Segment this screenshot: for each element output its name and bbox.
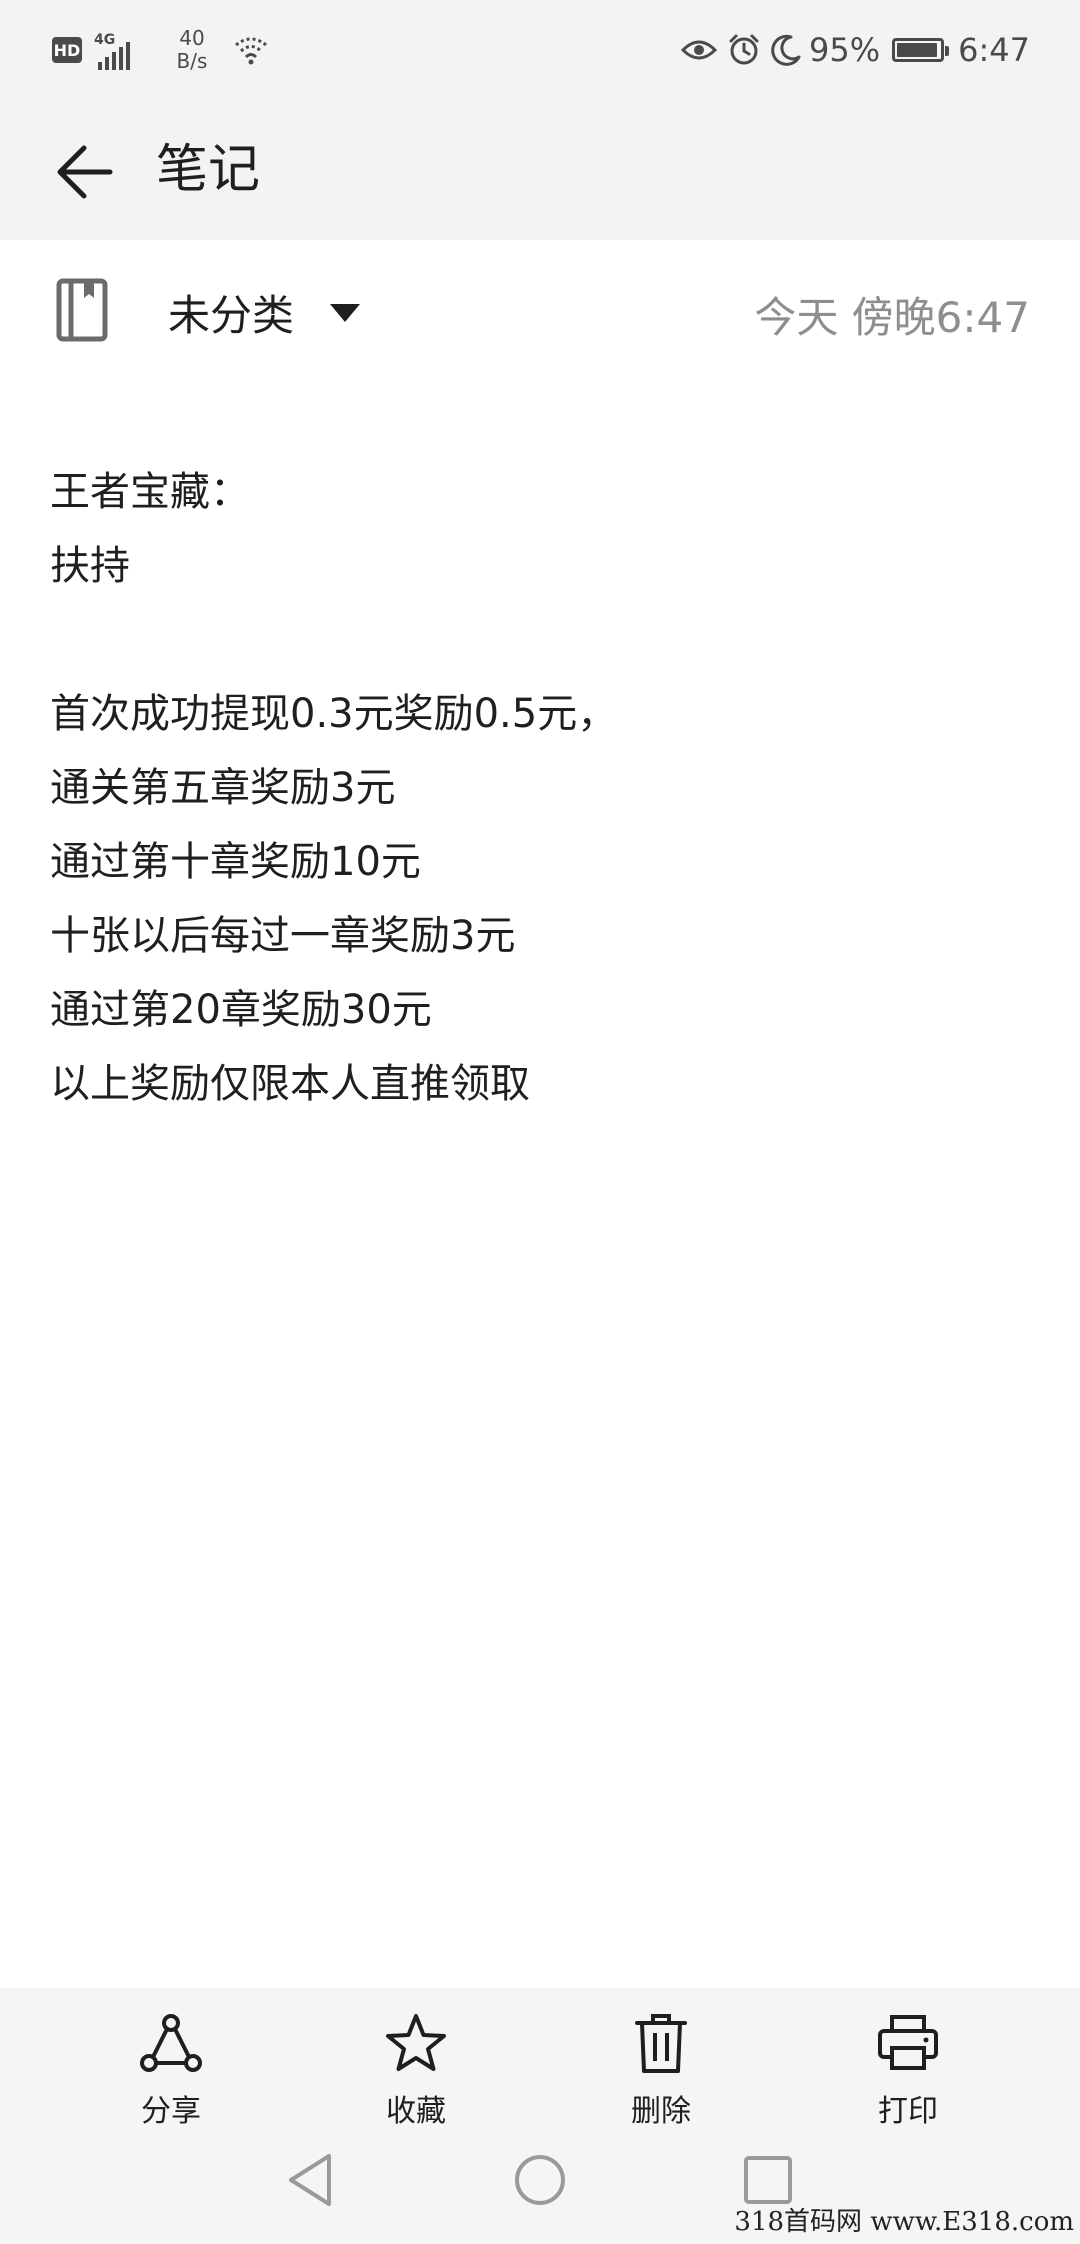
note-content[interactable]: 王者宝藏： 扶持 首次成功提现0.3元奖励0.5元， 通关第五章奖励3元 通过第… xyxy=(50,455,1030,1121)
status-bar: HD 4G 40 B/s 95% 6:47 xyxy=(0,0,1080,100)
watermark: 318首码网 www.E318.com xyxy=(734,2207,1074,2237)
wifi-icon xyxy=(235,37,267,65)
status-right: 95% 6:47 xyxy=(671,22,1030,78)
note-line: 通过第十章奖励10元 xyxy=(50,839,421,885)
notebook-icon xyxy=(56,278,108,342)
note-line: 王者宝藏： xyxy=(50,469,250,515)
do-not-disturb-moon-icon xyxy=(771,34,801,66)
battery-percent: 95% xyxy=(809,31,881,69)
printer-icon xyxy=(878,2015,938,2070)
network-speed: 40 B/s xyxy=(170,27,214,73)
status-left: HD 4G 40 B/s xyxy=(52,22,268,78)
battery-icon xyxy=(892,38,950,62)
favorite-label: 收藏 xyxy=(386,2094,446,2129)
app-bar: 笔记 xyxy=(0,100,1080,240)
delete-button[interactable]: 删除 xyxy=(581,2010,741,2130)
page-title: 笔记 xyxy=(156,140,261,200)
favorite-button[interactable]: 收藏 xyxy=(336,2010,496,2130)
eye-comfort-icon xyxy=(681,40,718,60)
nav-back-button[interactable] xyxy=(276,2146,344,2214)
note-timestamp: 今天 傍晚6:47 xyxy=(754,293,1030,342)
note-meta-row: 未分类 今天 傍晚6:47 xyxy=(0,240,1080,380)
dropdown-caret-icon xyxy=(330,303,361,322)
nav-home-button[interactable] xyxy=(506,2146,574,2214)
share-label: 分享 xyxy=(141,2094,201,2129)
bottom-bar: 分享 收藏 删除 打印 318首码网 www.E318.com xyxy=(0,1988,1080,2244)
note-line: 扶持 xyxy=(50,543,130,589)
print-button[interactable]: 打印 xyxy=(828,2010,988,2130)
note-line xyxy=(50,603,1030,677)
delete-label: 删除 xyxy=(631,2094,691,2129)
print-label: 打印 xyxy=(878,2094,938,2129)
triangle-back-icon xyxy=(289,2154,331,2206)
note-line: 十张以后每过一章奖励3元 xyxy=(50,913,516,959)
arrow-left-icon xyxy=(57,145,113,199)
note-line: 通关第五章奖励3元 xyxy=(50,765,396,811)
network-speed-value: 40 xyxy=(179,26,205,50)
back-button[interactable] xyxy=(48,136,120,208)
note-line: 首次成功提现0.3元奖励0.5元， xyxy=(50,691,618,737)
alarm-icon xyxy=(729,34,759,65)
share-icon xyxy=(140,2014,202,2072)
star-icon xyxy=(386,2014,446,2071)
square-recents-icon xyxy=(744,2156,792,2204)
note-line: 通过第20章奖励30元 xyxy=(50,987,432,1033)
category-label: 未分类 xyxy=(168,291,295,340)
category-dropdown[interactable]: 未分类 xyxy=(168,282,361,343)
trash-icon xyxy=(635,2014,687,2073)
note-actions: 分享 收藏 删除 打印 xyxy=(0,1988,1080,2138)
hd-icon: HD xyxy=(52,37,82,63)
status-time: 6:47 xyxy=(958,31,1030,69)
circle-home-icon xyxy=(515,2155,565,2205)
share-button[interactable]: 分享 xyxy=(91,2010,251,2130)
note-line: 以上奖励仅限本人直推领取 xyxy=(50,1061,530,1107)
signal-4g-icon: 4G xyxy=(94,30,150,70)
network-speed-unit: B/s xyxy=(176,49,208,73)
